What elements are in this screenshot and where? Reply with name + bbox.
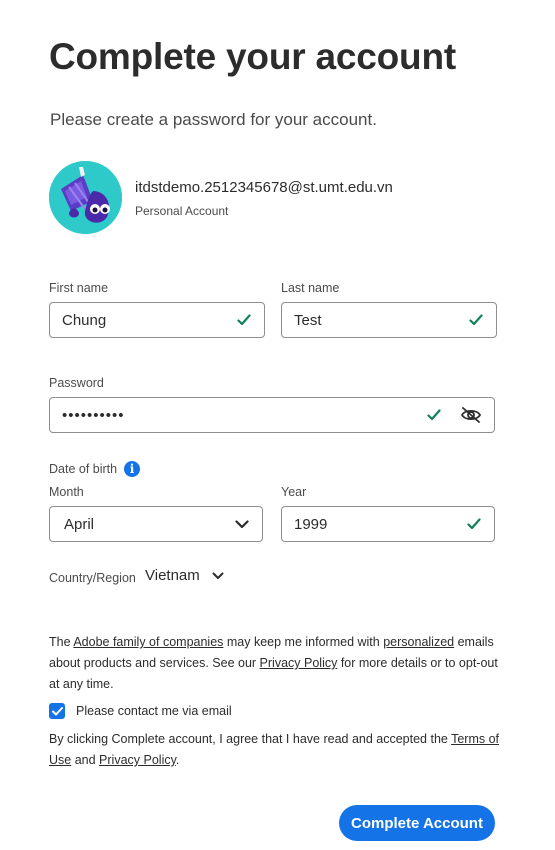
last-name-field[interactable]: Test xyxy=(281,302,497,338)
contact-email-option: Please contact me via email xyxy=(49,703,232,719)
password-label: Password xyxy=(49,376,104,390)
privacy-policy-link[interactable]: Privacy Policy xyxy=(260,656,338,670)
legal-text: The xyxy=(49,635,74,649)
dob-label: Date of birth xyxy=(49,462,118,476)
info-icon[interactable]: i xyxy=(124,461,140,477)
legal-text: and xyxy=(71,753,100,767)
first-name-label: First name xyxy=(49,281,109,295)
contact-email-checkbox[interactable] xyxy=(49,703,65,719)
country-select[interactable]: Vietnam xyxy=(145,567,226,584)
account-email: itdstdemo.2512345678@st.umt.edu.vn xyxy=(135,179,393,196)
adobe-family-link[interactable]: Adobe family of companies xyxy=(73,635,223,649)
last-name-label: Last name xyxy=(281,281,340,295)
legal-text: By clicking Complete account, I agree th… xyxy=(49,732,452,746)
privacy-policy-link[interactable]: Privacy Policy xyxy=(99,753,176,767)
terms-agreement-text: By clicking Complete account, I agree th… xyxy=(49,729,509,771)
first-name-field[interactable]: Chung xyxy=(49,302,265,338)
year-label: Year xyxy=(281,485,307,499)
checkmark-icon xyxy=(466,516,482,532)
country-value: Vietnam xyxy=(145,567,200,584)
checkmark-icon xyxy=(426,407,442,423)
checkmark-icon xyxy=(51,706,63,715)
year-field[interactable]: 1999 xyxy=(281,506,495,542)
marketing-consent-text: The Adobe family of companies may keep m… xyxy=(49,632,509,695)
password-value: •••••••••• xyxy=(62,406,125,424)
month-select[interactable]: April xyxy=(49,506,263,542)
month-value: April xyxy=(64,515,95,533)
year-value: 1999 xyxy=(294,515,328,533)
contact-email-label: Please contact me via email xyxy=(76,704,232,718)
personalized-link[interactable]: personalized xyxy=(383,635,454,649)
ink-drop-character-avatar-icon xyxy=(49,161,122,234)
page-subtitle: Please create a password for your accoun… xyxy=(50,110,377,129)
month-label: Month xyxy=(49,485,84,499)
chevron-down-icon xyxy=(234,516,250,532)
chevron-down-icon xyxy=(210,568,226,584)
complete-account-button[interactable]: Complete Account xyxy=(339,805,495,841)
checkmark-icon xyxy=(468,312,484,328)
password-field[interactable]: •••••••••• xyxy=(49,397,495,433)
legal-text: may keep me informed with xyxy=(223,635,384,649)
avatar xyxy=(49,161,122,234)
account-type: Personal Account xyxy=(135,204,229,218)
eye-off-icon[interactable] xyxy=(460,404,482,426)
first-name-value: Chung xyxy=(62,311,107,329)
country-label: Country/Region xyxy=(49,571,136,585)
legal-text: . xyxy=(175,753,180,767)
page-title: Complete your account xyxy=(49,36,456,77)
last-name-value: Test xyxy=(294,311,322,329)
checkmark-icon xyxy=(236,312,252,328)
